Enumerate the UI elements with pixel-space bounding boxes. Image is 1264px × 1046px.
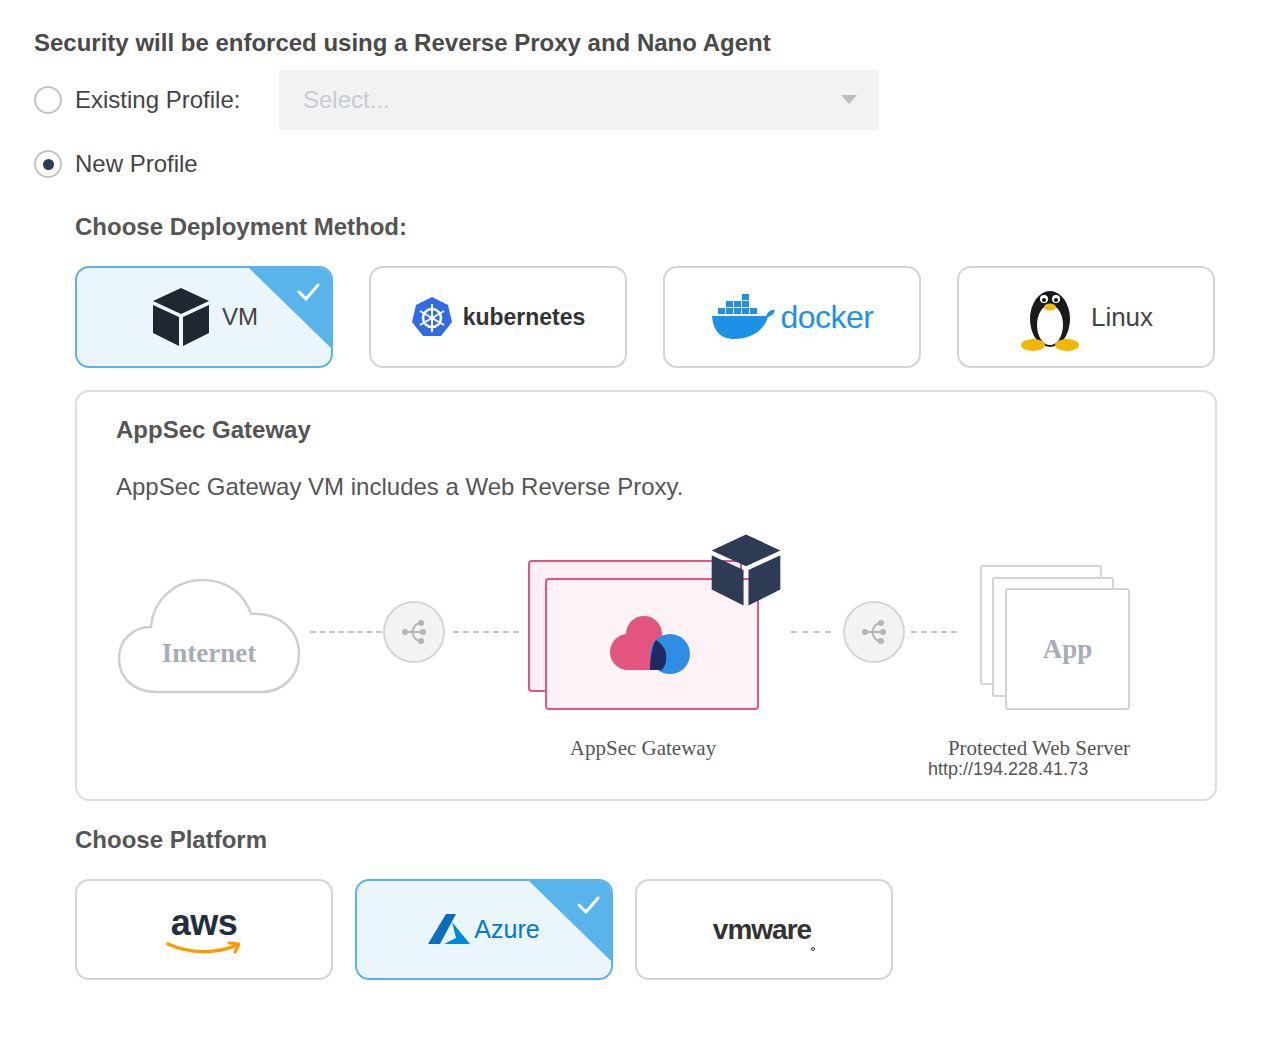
connector-line — [791, 631, 831, 633]
method-label: docker — [780, 293, 873, 341]
app-card: App — [1005, 588, 1130, 710]
card-logo: docker — [710, 293, 873, 341]
page-heading: Security will be enforced using a Revers… — [0, 0, 1264, 57]
profile-option[interactable]: Existing Profile: Select... — [34, 70, 1264, 130]
radio-label[interactable]: New Profile — [75, 146, 198, 182]
method-label: kubernetes — [463, 300, 586, 335]
tux-icon — [1019, 281, 1081, 353]
option-card[interactable]: vmware — [635, 879, 893, 980]
card-logo: Linux — [1019, 281, 1153, 353]
panel-title: AppSec Gateway — [77, 392, 1215, 444]
card-logo: VM — [150, 286, 258, 348]
method-label: VM — [222, 299, 258, 335]
radio-label[interactable]: Existing Profile: — [75, 82, 279, 118]
platform-label: Azure — [474, 911, 539, 949]
connector-line — [453, 631, 519, 633]
network-node-icon — [860, 618, 888, 646]
network-node — [383, 601, 445, 663]
internet-label: Internet — [117, 633, 301, 674]
gateway-label: AppSec Gateway — [543, 733, 743, 765]
option-card[interactable]: docker — [663, 266, 921, 368]
method-label: Linux — [1091, 298, 1153, 337]
card-logo: aws — [165, 905, 243, 955]
cube-icon — [708, 532, 784, 608]
connector-line — [310, 631, 382, 633]
card-logo: vmware — [713, 909, 815, 951]
option-card[interactable]: kubernetes — [369, 266, 627, 368]
platform-label: aws — [171, 905, 238, 941]
profile-option[interactable]: New Profile — [34, 149, 1264, 179]
option-card[interactable]: aws — [75, 879, 333, 980]
select-placeholder: Select... — [303, 82, 841, 118]
registered-icon — [811, 947, 815, 951]
profile-select[interactable]: Select... — [279, 70, 879, 130]
network-node-icon — [400, 618, 428, 646]
connector-line — [911, 631, 957, 633]
card-logo: Azure — [428, 911, 539, 949]
appsec-panel: AppSec Gateway AppSec Gateway VM includes… — [75, 390, 1217, 801]
azure-icon — [428, 914, 470, 946]
check-icon — [249, 268, 331, 348]
docker-icon — [710, 294, 776, 340]
option-card[interactable]: VM — [75, 266, 333, 368]
option-card[interactable]: Linux — [957, 266, 1215, 368]
cube-icon — [150, 286, 212, 348]
option-card[interactable]: Azure — [355, 879, 613, 980]
radio-button[interactable] — [34, 86, 62, 114]
cloud-icon — [117, 572, 301, 696]
aws-smile-icon — [165, 941, 243, 955]
card-logo: kubernetes — [411, 296, 586, 338]
network-node — [843, 601, 905, 663]
kubernetes-icon — [411, 296, 453, 338]
app-label: App — [1043, 629, 1093, 670]
check-icon — [529, 881, 611, 961]
platform-label: vmware — [713, 909, 811, 951]
radio-button[interactable] — [34, 150, 62, 178]
server-url: http://194.228.41.73 — [928, 756, 1088, 783]
panel-description: AppSec Gateway VM includes a Web Reverse… — [77, 473, 1215, 501]
chevron-down-icon — [841, 95, 857, 105]
section-label: Choose Platform — [75, 826, 1264, 854]
section-label: Choose Deployment Method: — [75, 213, 1264, 241]
gateway-card — [545, 578, 759, 710]
gateway-logo-icon — [606, 612, 698, 676]
